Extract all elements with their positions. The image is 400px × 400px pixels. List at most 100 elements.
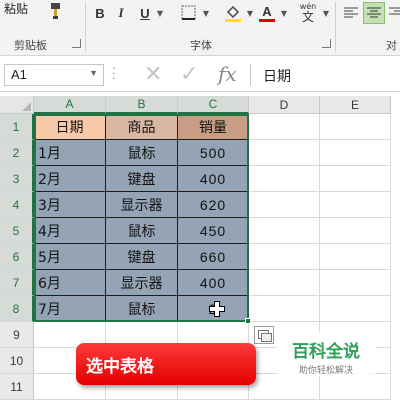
font-color-dropdown-icon[interactable]: ▼ <box>278 2 288 24</box>
row-header-3[interactable]: 3 <box>0 166 34 192</box>
column-header-d[interactable]: D <box>249 96 320 114</box>
column-header-e[interactable]: E <box>320 96 391 114</box>
italic-button[interactable]: I <box>114 2 128 24</box>
fill-handle[interactable] <box>245 318 251 324</box>
fill-color-icon[interactable] <box>222 2 244 24</box>
table-cell[interactable]: 7月 <box>34 296 106 322</box>
phonetic-guide-button[interactable]: wén 文 <box>296 2 320 24</box>
empty-cell[interactable] <box>320 218 391 244</box>
clipboard-dialog-launcher[interactable] <box>72 39 81 48</box>
paste-button-label[interactable]: 粘贴 <box>4 0 28 17</box>
empty-cell[interactable] <box>249 218 320 244</box>
align-right-icon[interactable] <box>388 2 400 24</box>
empty-cell[interactable] <box>249 244 320 270</box>
insert-function-icon[interactable]: fx <box>218 62 237 86</box>
table-cell[interactable]: 660 <box>178 244 249 270</box>
underline-button[interactable]: U <box>137 2 153 24</box>
phonetic-bottom-label: 文 <box>301 10 314 24</box>
table-cell[interactable]: 450 <box>178 218 249 244</box>
table-cell[interactable]: 6月 <box>34 270 106 296</box>
row-header-10[interactable]: 10 <box>0 348 34 374</box>
column-header-c[interactable]: C <box>178 96 249 114</box>
empty-cell[interactable] <box>320 296 391 322</box>
row-header-2[interactable]: 2 <box>0 140 34 166</box>
column-header-a[interactable]: A <box>34 96 106 114</box>
cancel-icon[interactable]: ✕ <box>144 62 162 87</box>
format-painter-icon[interactable] <box>44 0 66 22</box>
align-center-icon[interactable] <box>363 2 385 24</box>
row-header-1[interactable]: 1 <box>0 114 34 140</box>
column-header-b[interactable]: B <box>106 96 178 114</box>
border-icon[interactable] <box>178 2 200 24</box>
empty-cell[interactable] <box>320 270 391 296</box>
empty-cell[interactable] <box>320 140 391 166</box>
table-cell[interactable]: 400 <box>178 166 249 192</box>
font-dialog-launcher[interactable] <box>322 39 331 48</box>
font-color-bar <box>259 19 275 22</box>
name-box-value: A1 <box>11 67 27 82</box>
table-cell[interactable]: 显示器 <box>106 192 178 218</box>
empty-cell[interactable] <box>320 166 391 192</box>
watermark: 百科全说 助你轻松解决 <box>276 332 376 376</box>
phonetic-dropdown-icon[interactable]: ▼ <box>320 2 330 24</box>
table-header-cell[interactable]: 销量 <box>178 114 249 140</box>
table-cell[interactable]: 鼠标 <box>106 296 178 322</box>
table-cell[interactable]: 2月 <box>34 166 106 192</box>
table-header-cell[interactable]: 商品 <box>106 114 178 140</box>
empty-cell[interactable] <box>249 140 320 166</box>
empty-cell[interactable] <box>249 114 320 140</box>
font-group-label: 字体 <box>190 39 212 52</box>
alignment-group-label: 对 <box>386 39 397 52</box>
row-header-4[interactable]: 4 <box>0 192 34 218</box>
caption-text: 选中表格 <box>86 356 154 377</box>
quick-analysis-icon[interactable] <box>254 326 274 344</box>
row-header-5[interactable]: 5 <box>0 218 34 244</box>
table-cell[interactable]: 3月 <box>34 192 106 218</box>
table-cell[interactable]: 鼠标 <box>106 218 178 244</box>
empty-cell[interactable] <box>249 166 320 192</box>
table-header-cell[interactable]: 日期 <box>34 114 106 140</box>
empty-cell[interactable] <box>249 270 320 296</box>
align-left-icon[interactable] <box>341 2 361 24</box>
empty-cell[interactable] <box>249 374 320 400</box>
formula-bar: A1 ▼ · · · ✕ ✓ fx 日期 <box>0 56 400 92</box>
table-cell[interactable]: 4月 <box>34 218 106 244</box>
table-cell[interactable]: 1月 <box>34 140 106 166</box>
empty-cell[interactable] <box>249 192 320 218</box>
ribbon-separator <box>335 2 336 52</box>
empty-cell[interactable] <box>249 296 320 322</box>
table-cell[interactable]: 键盘 <box>106 244 178 270</box>
table-cell[interactable]: 显示器 <box>106 270 178 296</box>
font-color-button[interactable]: A <box>258 2 276 24</box>
watermark-title: 百科全说 <box>292 342 360 362</box>
empty-cell[interactable] <box>320 374 391 400</box>
enter-icon[interactable]: ✓ <box>180 62 198 87</box>
row-header-7[interactable]: 7 <box>0 270 34 296</box>
chevron-down-icon[interactable]: ▼ <box>89 68 98 78</box>
cell-cursor-icon <box>209 301 225 317</box>
name-box[interactable]: A1 ▼ <box>4 64 104 86</box>
caption-badge: 选中表格 <box>76 343 256 385</box>
bold-button[interactable]: B <box>92 2 108 24</box>
table-cell[interactable]: 鼠标 <box>106 140 178 166</box>
table-cell[interactable]: 5月 <box>34 244 106 270</box>
underline-dropdown-icon[interactable]: ▼ <box>154 2 164 24</box>
fill-color-dropdown-icon[interactable]: ▼ <box>244 2 254 24</box>
font-color-glyph: A <box>262 4 272 19</box>
row-header-8[interactable]: 8 <box>0 296 34 322</box>
table-cell[interactable]: 键盘 <box>106 166 178 192</box>
row-header-11[interactable]: 11 <box>0 374 34 400</box>
empty-cell[interactable] <box>320 114 391 140</box>
watermark-subtitle: 助你轻松解决 <box>298 366 353 376</box>
table-cell[interactable]: 400 <box>178 270 249 296</box>
select-all-corner[interactable] <box>0 96 34 114</box>
empty-cell[interactable] <box>320 192 391 218</box>
row-header-9[interactable]: 9 <box>0 322 34 348</box>
row-header-6[interactable]: 6 <box>0 244 34 270</box>
border-dropdown-icon[interactable]: ▼ <box>200 2 210 24</box>
table-cell[interactable]: 500 <box>178 140 249 166</box>
formula-input[interactable]: 日期 <box>250 64 400 86</box>
formula-bar-grip-icon[interactable]: · · · <box>112 63 116 84</box>
table-cell[interactable]: 620 <box>178 192 249 218</box>
empty-cell[interactable] <box>320 244 391 270</box>
